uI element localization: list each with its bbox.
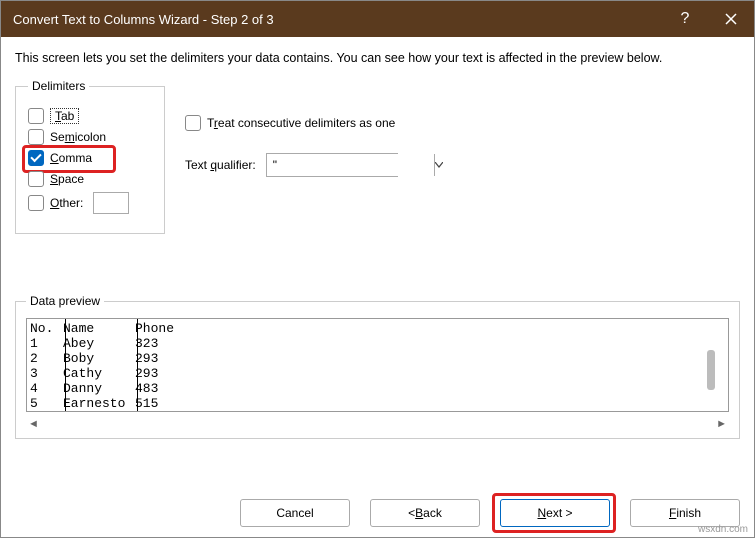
text-qualifier-label: Text qualifier: — [185, 158, 256, 172]
preview-box: No.NamePhone 1Abey323 2Boby293 3Cathy293… — [26, 318, 729, 412]
delimiters-group: Delimiters Tab Semicolon Comma Space O — [15, 79, 165, 234]
window-title: Convert Text to Columns Wizard - Step 2 … — [13, 12, 662, 27]
comma-label[interactable]: Comma — [50, 151, 92, 165]
help-button[interactable]: ? — [662, 1, 708, 37]
intro-text: This screen lets you set the delimiters … — [15, 51, 740, 65]
text-qualifier-dropdown-button[interactable] — [434, 154, 443, 176]
other-checkbox[interactable] — [28, 195, 44, 211]
preview-header-row: No.NamePhone — [27, 321, 728, 336]
treat-consecutive-label[interactable]: Treat consecutive delimiters as one — [207, 116, 395, 130]
back-button[interactable]: < Back — [370, 499, 480, 527]
data-preview-legend: Data preview — [26, 294, 104, 308]
delimiters-legend: Delimiters — [28, 79, 89, 93]
text-qualifier-combo[interactable] — [266, 153, 398, 177]
table-row: 5Earnesto515 — [27, 396, 728, 411]
vertical-scrollbar[interactable] — [707, 340, 715, 434]
space-label[interactable]: Space — [50, 172, 84, 186]
column-divider — [137, 319, 138, 411]
data-preview-group: Data preview No.NamePhone 1Abey323 2Boby… — [15, 294, 740, 439]
scroll-left-arrow[interactable]: ◄ — [26, 418, 41, 430]
semicolon-label[interactable]: Semicolon — [50, 130, 106, 144]
finish-button[interactable]: Finish — [630, 499, 740, 527]
other-input[interactable] — [93, 192, 129, 214]
titlebar: Convert Text to Columns Wizard - Step 2 … — [1, 1, 754, 37]
scroll-right-arrow[interactable]: ► — [714, 418, 729, 430]
close-button[interactable] — [708, 1, 754, 37]
watermark: wsxdn.com — [698, 524, 748, 535]
other-label[interactable]: Other: — [50, 196, 83, 210]
table-row: 3Cathy293 — [27, 366, 728, 381]
cancel-button[interactable]: Cancel — [240, 499, 350, 527]
treat-consecutive-checkbox[interactable] — [185, 115, 201, 131]
close-icon — [725, 13, 737, 25]
chevron-down-icon — [435, 162, 443, 168]
tab-checkbox[interactable] — [28, 108, 44, 124]
table-row: 4Danny483 — [27, 381, 728, 396]
text-qualifier-input[interactable] — [267, 154, 434, 176]
comma-checkbox[interactable] — [28, 150, 44, 166]
scrollbar-thumb[interactable] — [707, 350, 715, 390]
next-button[interactable]: Next > — [500, 499, 610, 527]
horizontal-scrollbar[interactable]: ◄ ► — [26, 418, 729, 430]
semicolon-checkbox[interactable] — [28, 129, 44, 145]
space-checkbox[interactable] — [28, 171, 44, 187]
footer-buttons: Cancel < Back Next > Finish — [240, 499, 740, 527]
table-row: 2Boby293 — [27, 351, 728, 366]
tab-label[interactable]: Tab — [50, 109, 79, 123]
column-divider — [65, 319, 66, 411]
wizard-dialog: Convert Text to Columns Wizard - Step 2 … — [0, 0, 755, 538]
table-row: 1Abey323 — [27, 336, 728, 351]
